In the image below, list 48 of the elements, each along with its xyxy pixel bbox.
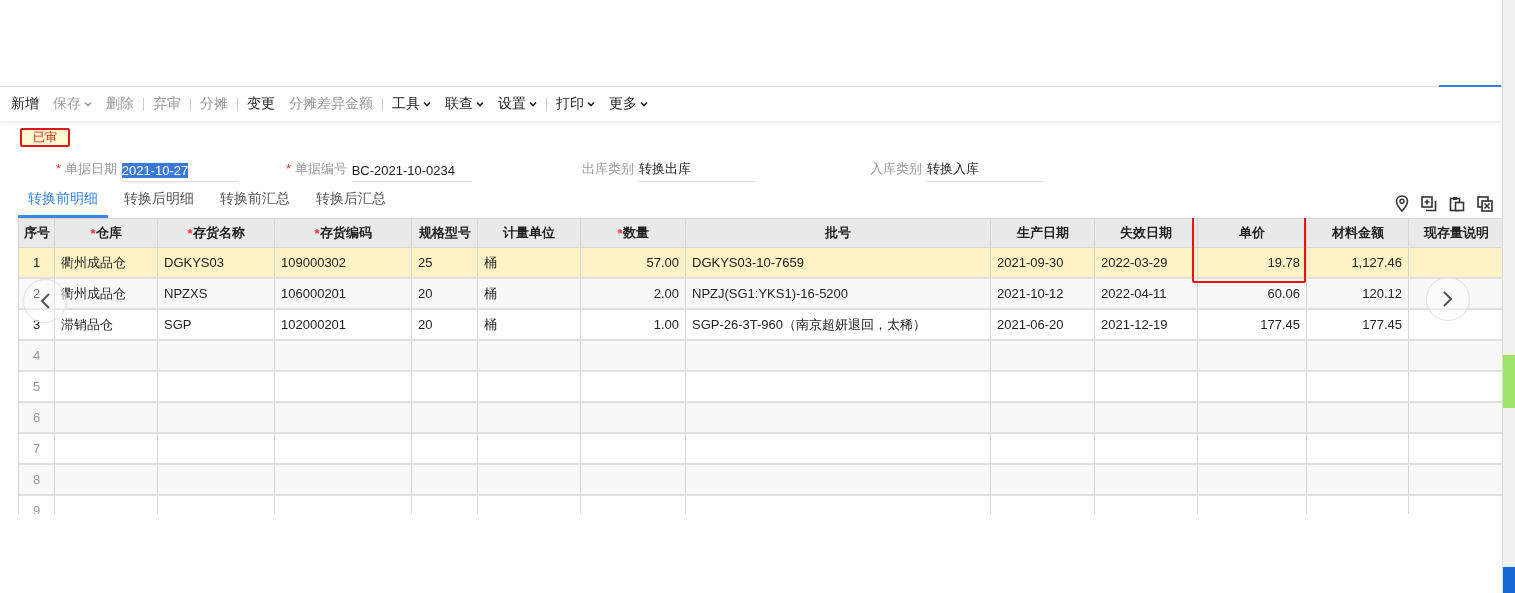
field-label: * 单据编号 [286, 160, 347, 178]
toolbar-button[interactable]: 更多 [602, 95, 655, 113]
column-header: 生产日期 [991, 219, 1095, 248]
tab[interactable]: 转换后明细 [114, 186, 204, 218]
field-label: 入库类别 [870, 160, 922, 178]
caret-icon [587, 101, 595, 107]
next-button[interactable] [1426, 277, 1470, 321]
column-header: *数量 [581, 219, 686, 248]
toolbar-button[interactable]: 打印 [549, 95, 602, 113]
input-field[interactable]: 转换入库 [927, 160, 1043, 182]
column-header: 材料金额 [1307, 219, 1409, 248]
column-header: *存货名称 [158, 219, 275, 248]
table-row[interactable]: 3 滞销品仓 SGP 102000201 20 桶 1.00 SGP-26-3T-960（南京超妍退回，太稀） 2021-06-20 2021-12-19 177.45 177.45 [19, 310, 1503, 341]
column-header: 序号 [19, 219, 55, 248]
input-field[interactable]: BC-2021-10-0234 [351, 163, 472, 182]
tab[interactable]: 转换前汇总 [210, 186, 300, 218]
input-field[interactable]: 2021-10-27 [121, 163, 238, 182]
toolbar-button[interactable]: 设置 [491, 95, 544, 113]
copy-add-icon[interactable] [1421, 195, 1437, 212]
column-header: 计量单位 [478, 219, 581, 248]
chevron-left-icon [39, 292, 51, 310]
caret-icon [423, 101, 431, 107]
toolbar-button[interactable]: 变更 [240, 95, 282, 113]
column-header: 现存量说明 [1409, 219, 1503, 248]
column-header: 规格型号 [412, 219, 478, 248]
caret-icon [529, 101, 537, 107]
toolbar-button[interactable]: 工具 [385, 95, 438, 113]
field-label: 出库类别 [582, 160, 634, 178]
input-field[interactable]: 转换出库 [639, 160, 755, 182]
tab[interactable]: 转换后汇总 [306, 186, 396, 218]
caret-icon [640, 101, 648, 107]
column-header: 失效日期 [1095, 219, 1198, 248]
column-header: *存货编码 [275, 219, 412, 248]
column-header: *仓库 [55, 219, 158, 248]
field-label: * 单据日期 [56, 160, 117, 178]
status-badge: 已审 [20, 128, 70, 147]
table-row[interactable]: 2 衢州成品仓 NPZXS 106000201 20 桶 2.00 NPZJ(SG1:YKS1)-16-5200 2021-10-12 2022-04-11 60.06 120.12 [19, 279, 1503, 310]
column-header: 单价 [1198, 219, 1307, 248]
caret-icon [84, 101, 92, 107]
column-header: 批号 [686, 219, 991, 248]
location-pin-icon[interactable] [1395, 195, 1409, 212]
chevron-right-icon [1442, 290, 1454, 308]
caret-icon [476, 101, 484, 107]
toolbar-button[interactable]: 联查 [438, 95, 491, 113]
toolbar-button[interactable]: 新增 [4, 95, 46, 113]
table-row[interactable]: 1 衢州成品仓 DGKYS03 109000302 25 桶 57.00 DGKYS03-10-7659 2021-09-30 2022-03-29 19.78 1,127.46 [19, 248, 1503, 279]
delete-rows-icon[interactable] [1477, 195, 1493, 212]
paste-icon[interactable] [1449, 195, 1465, 212]
